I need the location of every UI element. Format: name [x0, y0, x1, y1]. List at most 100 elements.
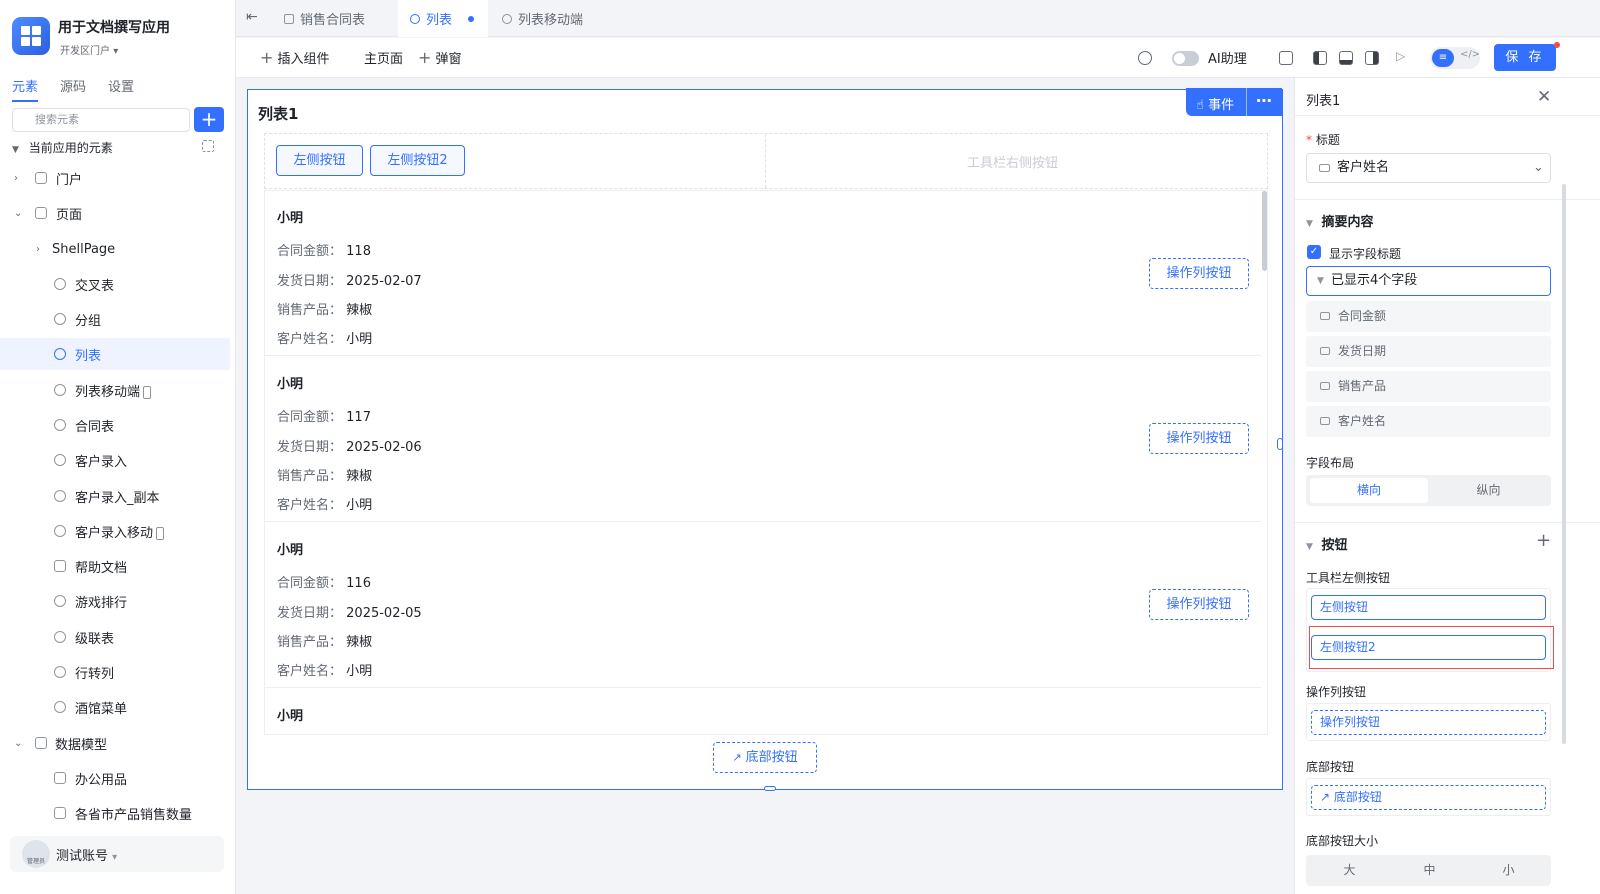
hand-icon: ☝	[1196, 98, 1204, 113]
tree-item-province-sales[interactable]: 各省市产品销售数量	[0, 797, 230, 829]
document-icon	[54, 560, 66, 572]
caret-down-icon: ▼	[12, 145, 19, 155]
bottom-button-item[interactable]: ↗ 底部按钮	[1311, 785, 1546, 810]
view-mode-switch[interactable]: ≡ </>	[1430, 47, 1480, 69]
tree-item-customer-entry-mobile[interactable]: 客户录入移动	[0, 515, 230, 547]
resize-handle-bottom[interactable]	[764, 786, 776, 791]
action-column-button[interactable]: 操作列按钮	[1149, 258, 1249, 289]
section-summary[interactable]: ▼ 摘要内容	[1306, 211, 1373, 230]
action-column-button[interactable]: 操作列按钮	[1149, 423, 1249, 454]
list-component-canvas[interactable]: 列表1 ☝ 事件 ⋯ 左侧按钮 左侧按钮2 工具栏右侧按钮 小明 合同金额： 1…	[247, 88, 1283, 791]
tab-list-mobile[interactable]: 列表移动端	[494, 0, 604, 37]
page-icon	[54, 278, 66, 290]
search-input[interactable]: 搜索元素	[12, 108, 190, 132]
resize-handle-right[interactable]	[1277, 438, 1283, 450]
play-icon[interactable]: ▷	[1396, 49, 1410, 63]
insert-component-button[interactable]: + 插入组件	[260, 48, 330, 67]
list-item[interactable]: 小明 合同金额： 118 发货日期： 2025-02-07 销售产品： 辣椒 客…	[265, 191, 1261, 356]
right-toolbar-placeholder[interactable]: 工具栏右侧按钮	[967, 152, 1058, 171]
tab-source[interactable]: 源码	[60, 76, 86, 102]
tab-label: 列表移动端	[518, 13, 584, 28]
design-mode-icon[interactable]: ≡	[1432, 49, 1454, 67]
size-medium[interactable]: 中	[1390, 858, 1469, 883]
tree-label: 行转列	[75, 666, 115, 682]
field-date: 发货日期： 2025-02-07	[277, 270, 422, 289]
shown-fields-dropdown[interactable]: ▼ 已显示4个字段	[1306, 266, 1551, 296]
close-icon[interactable]: ✕	[1537, 87, 1551, 107]
panel-scrollbar[interactable]	[1562, 184, 1566, 744]
tree-item-game-rank[interactable]: 游戏排行	[0, 585, 230, 617]
tree-item-help-doc[interactable]: 帮助文档	[0, 550, 230, 582]
tree-item-crosstab[interactable]: 交叉表	[0, 268, 230, 300]
field-item-date[interactable]: 发货日期	[1306, 336, 1551, 367]
code-icon[interactable]: </>	[1460, 49, 1480, 60]
plus-icon: +	[418, 48, 432, 67]
main-page-button[interactable]: 主页面	[364, 48, 403, 67]
list-body: 小明 合同金额： 118 发货日期： 2025-02-07 销售产品： 辣椒 客…	[264, 190, 1268, 735]
section-current-elements[interactable]: ▼ 当前应用的元素	[12, 139, 224, 157]
tree-item-group[interactable]: 分组	[0, 303, 230, 335]
tree-item-cascade[interactable]: 级联表	[0, 621, 230, 653]
tab-sales-contract[interactable]: 销售合同表	[276, 0, 396, 37]
popup-button[interactable]: + 弹窗	[418, 48, 462, 67]
bottom-panel-icon[interactable]	[1339, 51, 1353, 65]
help-icon[interactable]	[1138, 51, 1152, 65]
tree-item-list[interactable]: 列表	[0, 338, 230, 370]
tree-item-row-to-col[interactable]: 行转列	[0, 656, 230, 688]
field-item-product[interactable]: 销售产品	[1306, 371, 1551, 402]
external-link-icon: ↗	[1320, 790, 1331, 804]
layout-icon[interactable]	[1279, 51, 1293, 65]
tree-item-tavern-menu[interactable]: 酒馆菜单	[0, 691, 230, 723]
page-icon	[54, 384, 66, 396]
tree-label: 客户录入	[75, 454, 128, 470]
add-element-button[interactable]: +	[194, 107, 224, 132]
tree-item-list-mobile[interactable]: 列表移动端	[0, 374, 230, 406]
tab-list[interactable]: 列表	[398, 0, 488, 37]
event-button[interactable]: ☝ 事件	[1196, 94, 1234, 113]
tree-item-customer-entry[interactable]: 客户录入	[0, 444, 230, 476]
list-item[interactable]: 小明 合同金额： 116 发货日期： 2025-02-05 销售产品： 辣椒 客…	[265, 523, 1261, 688]
action-column-item[interactable]: 操作列按钮	[1311, 710, 1546, 735]
add-button-icon[interactable]: +	[1536, 530, 1551, 551]
layout-horizontal[interactable]: 横向	[1310, 478, 1428, 503]
tree-item-contract[interactable]: 合同表	[0, 409, 230, 441]
tab-elements[interactable]: 元素	[12, 76, 39, 102]
tree-item-shellpage[interactable]: › ShellPage	[0, 233, 230, 265]
collapse-sidebar-icon[interactable]: ⇤	[246, 9, 258, 25]
account-menu[interactable]: 管理员 测试账号 ▾	[10, 836, 224, 872]
left-panel-icon[interactable]	[1313, 51, 1327, 65]
more-icon[interactable]: ⋯	[1256, 91, 1272, 110]
layout-vertical[interactable]: 纵向	[1430, 478, 1547, 503]
tree-item-customer-entry-copy[interactable]: 客户录入_副本	[0, 480, 230, 512]
collapse-icon[interactable]	[202, 140, 214, 152]
tab-settings[interactable]: 设置	[108, 76, 134, 102]
bottom-size-label: 底部按钮大小	[1306, 834, 1379, 848]
env-switcher[interactable]: 开发区门户 ▾	[60, 42, 118, 57]
size-large[interactable]: 大	[1310, 858, 1389, 883]
tree-item-office-supplies[interactable]: 办公用品	[0, 762, 230, 794]
ai-assistant-toggle[interactable]	[1172, 51, 1199, 66]
show-field-title-checkbox[interactable]: ✓	[1307, 245, 1321, 259]
section-buttons[interactable]: ▼ 按钮	[1306, 534, 1347, 553]
tree-item-pages[interactable]: ⌄ 页面	[0, 197, 230, 229]
right-panel-icon[interactable]	[1365, 51, 1379, 65]
avatar-role: 管理员	[26, 858, 45, 865]
save-button[interactable]: 保 存	[1494, 44, 1556, 71]
action-column-button[interactable]: 操作列按钮	[1149, 589, 1249, 620]
left-button-2[interactable]: 左侧按钮2	[370, 145, 465, 176]
bottom-button[interactable]: ↗ 底部按钮	[713, 742, 817, 773]
toolbar-left-button-2[interactable]: 左侧按钮2	[1311, 635, 1546, 660]
title-select[interactable]: 客户姓名 ⌄	[1306, 153, 1551, 183]
size-small[interactable]: 小	[1469, 858, 1548, 883]
field-item-amount[interactable]: 合同金额	[1306, 301, 1551, 332]
tree-item-portal[interactable]: › 门户	[0, 162, 230, 194]
list-item[interactable]: 小明 合同金额： 117 发货日期： 2025-02-06 销售产品： 辣椒 客…	[265, 357, 1261, 522]
left-button-1[interactable]: 左侧按钮	[276, 145, 363, 176]
calendar-icon	[1320, 347, 1330, 355]
list-scrollbar[interactable]	[1262, 191, 1267, 271]
field-item-customer[interactable]: 客户姓名	[1306, 406, 1551, 437]
toolbar-left-button-1[interactable]: 左侧按钮	[1311, 595, 1546, 620]
list-item[interactable]: 小明	[265, 689, 1261, 734]
editor-toolbar: + 插入组件 主页面 + 弹窗 AI助理 ▷ ≡ </> 保 存	[236, 38, 1600, 78]
tree-item-data-model[interactable]: ⌄ 数据模型	[0, 727, 230, 759]
